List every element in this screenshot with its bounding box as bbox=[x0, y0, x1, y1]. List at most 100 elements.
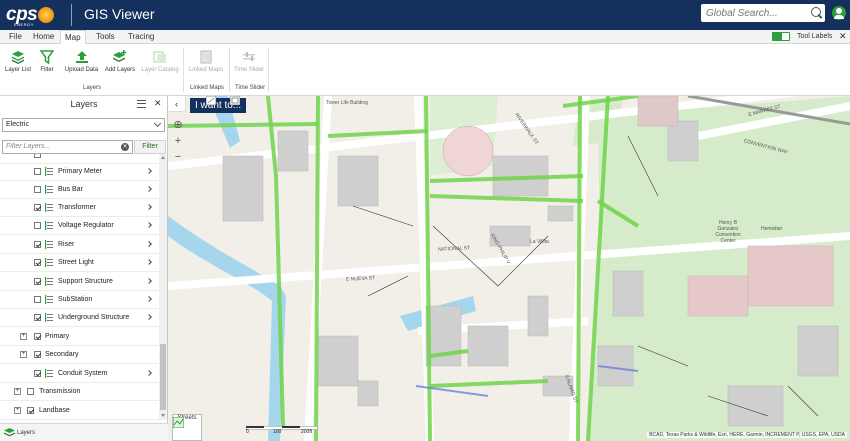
chevron-right-icon[interactable] bbox=[146, 278, 152, 284]
expand-icon[interactable]: + bbox=[14, 388, 21, 395]
basemap-switcher[interactable]: Streets bbox=[172, 414, 202, 441]
zoom-out-button[interactable]: − bbox=[170, 150, 186, 166]
layer-row[interactable]: Transformer bbox=[0, 199, 159, 217]
expand-icon[interactable]: + bbox=[20, 333, 27, 340]
header-divider bbox=[71, 4, 72, 26]
upload-data-button[interactable]: Upload Data bbox=[63, 50, 100, 73]
measure-icon[interactable] bbox=[206, 96, 216, 105]
filter-button[interactable]: Filter bbox=[37, 50, 57, 73]
time-slider-button[interactable]: Time Slider bbox=[232, 50, 266, 73]
layer-checkbox[interactable] bbox=[34, 204, 41, 211]
layers-footer-tab[interactable]: Layers bbox=[4, 426, 35, 440]
basemap-icon bbox=[173, 417, 184, 428]
layer-set-select[interactable]: Electric bbox=[2, 118, 165, 132]
chevron-right-icon[interactable] bbox=[146, 168, 152, 174]
layer-row[interactable]: Conduit System bbox=[0, 365, 159, 383]
cps-energy-logo[interactable]: cps ENERGY bbox=[6, 4, 55, 27]
layer-checkbox[interactable] bbox=[27, 388, 34, 395]
layer-group-row[interactable]: + Secondary bbox=[0, 346, 159, 364]
chevron-right-icon[interactable] bbox=[146, 241, 152, 247]
filter-layers-input[interactable]: Filter Layers... bbox=[2, 140, 133, 154]
layer-group-row[interactable]: + Primary bbox=[0, 328, 159, 346]
chevron-right-icon[interactable] bbox=[146, 259, 152, 265]
layer-checkbox[interactable] bbox=[34, 351, 41, 358]
expand-icon[interactable]: + bbox=[14, 407, 21, 414]
map-view[interactable]: Tower Life Building RIVERWALK ST E MARKE… bbox=[168, 96, 850, 441]
map-label: Hemisfair bbox=[761, 226, 783, 232]
add-layers-icon bbox=[113, 50, 127, 62]
tab-map[interactable]: Map bbox=[60, 30, 86, 45]
tool-labels-toggle[interactable] bbox=[772, 32, 790, 41]
chevron-right-icon[interactable] bbox=[146, 222, 152, 228]
expand-icon[interactable]: + bbox=[20, 351, 27, 358]
layer-group-row[interactable]: + Transmission bbox=[0, 383, 159, 401]
search-icon[interactable] bbox=[811, 7, 821, 17]
layer-checkbox[interactable] bbox=[34, 370, 41, 377]
layer-checkbox[interactable] bbox=[34, 154, 41, 158]
scroll-down-icon[interactable] bbox=[161, 414, 165, 417]
layer-checkbox[interactable] bbox=[34, 168, 41, 175]
layer-checkbox[interactable] bbox=[34, 222, 41, 229]
chevron-right-icon[interactable] bbox=[146, 314, 152, 320]
layer-label: Bus Bar bbox=[58, 186, 83, 193]
layer-row[interactable]: Primary Meter bbox=[0, 163, 159, 181]
layer-row[interactable]: Voltage Regulator bbox=[0, 217, 159, 235]
layer-row[interactable]: Underground Structure bbox=[0, 309, 159, 327]
panel-menu-icon[interactable] bbox=[137, 100, 146, 108]
layer-row[interactable]: Riser bbox=[0, 236, 159, 254]
filter-icon bbox=[40, 50, 54, 64]
layer-checkbox[interactable] bbox=[34, 314, 41, 321]
menu-tab-bar: File Home Map Tools Tracing bbox=[0, 30, 850, 45]
layer-row[interactable]: Bus Bar bbox=[0, 181, 159, 199]
layer-symbol-icon bbox=[45, 167, 53, 176]
collapse-panel-icon[interactable]: ‹ bbox=[168, 96, 186, 112]
scroll-up-icon[interactable] bbox=[161, 156, 165, 159]
tab-tools[interactable]: Tools bbox=[92, 30, 119, 44]
layer-tree-scrollbar[interactable] bbox=[159, 154, 167, 420]
footer-tab-label: Layers bbox=[17, 430, 36, 436]
panel-close-icon[interactable]: ✕ bbox=[154, 98, 162, 109]
layer-checkbox[interactable] bbox=[34, 186, 41, 193]
global-search-input[interactable] bbox=[701, 4, 801, 22]
locate-icon[interactable]: ⊕ bbox=[170, 118, 186, 134]
map-canvas[interactable] bbox=[168, 96, 850, 441]
chevron-right-icon[interactable] bbox=[146, 186, 152, 192]
scroll-thumb[interactable] bbox=[160, 344, 166, 410]
layer-checkbox[interactable] bbox=[34, 296, 41, 303]
tab-file[interactable]: File bbox=[5, 30, 26, 44]
layer-catalog-button[interactable]: Layer Catalog bbox=[141, 50, 179, 73]
filter-layers-button[interactable]: Filter bbox=[134, 140, 166, 154]
add-layers-button[interactable]: Add Layers bbox=[104, 50, 136, 73]
layer-row[interactable]: Support Structure bbox=[0, 273, 159, 291]
layer-checkbox[interactable] bbox=[34, 333, 41, 340]
clear-filter-icon[interactable]: ✕ bbox=[121, 143, 129, 151]
catalog-icon bbox=[153, 51, 166, 63]
layers-panel: Layers ✕ Electric Filter Layers... ✕ Fil… bbox=[0, 96, 168, 441]
map-attribution: BCAD, Texas Parks & Wildlife, Esri, HERE… bbox=[647, 432, 847, 438]
chevron-right-icon[interactable] bbox=[146, 370, 152, 376]
zoom-in-button[interactable]: + bbox=[170, 134, 186, 150]
layer-symbol-icon bbox=[45, 185, 53, 194]
tool-labels-text: Tool Labels bbox=[797, 33, 833, 40]
layer-row[interactable]: SubStation bbox=[0, 291, 159, 309]
layer-row[interactable]: Street Light bbox=[0, 254, 159, 272]
user-account-icon[interactable] bbox=[832, 6, 846, 20]
layer-checkbox[interactable] bbox=[34, 278, 41, 285]
ribbon-toolbar: Layer List Filter Upload Data Add Layers… bbox=[0, 44, 850, 96]
layer-checkbox[interactable] bbox=[34, 259, 41, 266]
chevron-right-icon[interactable] bbox=[146, 204, 152, 210]
tab-home[interactable]: Home bbox=[29, 30, 58, 44]
logo-sun-icon bbox=[38, 7, 55, 23]
chevron-right-icon[interactable] bbox=[146, 296, 152, 302]
layer-group-row[interactable]: + Landbase bbox=[0, 402, 159, 420]
print-icon[interactable] bbox=[230, 96, 240, 105]
layer-list-button[interactable]: Layer List bbox=[4, 50, 32, 73]
layer-label: Riser bbox=[58, 241, 75, 248]
ribbon-separator bbox=[268, 48, 269, 92]
layer-checkbox[interactable] bbox=[34, 241, 41, 248]
scale-label: 0 bbox=[246, 429, 249, 435]
tab-tracing[interactable]: Tracing bbox=[124, 30, 158, 44]
layer-checkbox[interactable] bbox=[27, 407, 34, 414]
ribbon-close-icon[interactable]: ✕ bbox=[839, 30, 847, 43]
linked-maps-button[interactable]: Linked Maps bbox=[187, 50, 225, 73]
